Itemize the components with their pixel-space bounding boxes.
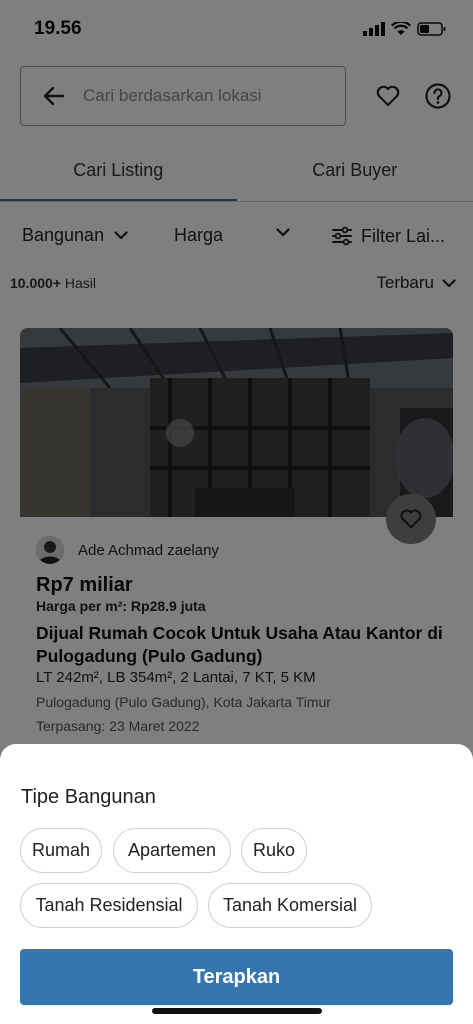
chip-apartemen[interactable]: Apartemen (113, 828, 231, 873)
home-indicator (152, 1008, 322, 1014)
chip-ruko[interactable]: Ruko (241, 828, 307, 873)
chip-tanah-komersial[interactable]: Tanah Komersial (208, 883, 372, 928)
chip-tanah-residensial[interactable]: Tanah Residensial (20, 883, 198, 928)
building-type-sheet: Tipe Bangunan Rumah Apartemen Ruko Tanah… (0, 744, 473, 1024)
sheet-title: Tipe Bangunan (21, 786, 156, 808)
chip-rumah[interactable]: Rumah (20, 828, 102, 873)
apply-button[interactable]: Terapkan (20, 949, 453, 1005)
